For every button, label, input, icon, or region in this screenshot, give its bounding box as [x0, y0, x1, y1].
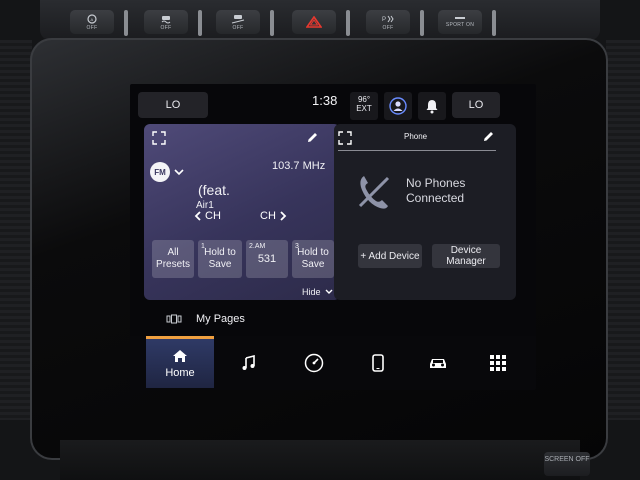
preset-1-button[interactable]: 1 Hold to Save — [198, 240, 242, 278]
phone-status-line2: Connected — [406, 191, 465, 205]
channel-prev-button[interactable]: CH — [194, 210, 221, 222]
edit-pencil-icon[interactable] — [482, 130, 495, 143]
notifications-button[interactable] — [418, 92, 446, 120]
bell-icon — [426, 100, 438, 114]
park-assist-icon: P — [382, 15, 394, 23]
left-vent — [0, 40, 32, 420]
svg-text:A: A — [91, 17, 94, 22]
my-pages-button[interactable]: My Pages — [166, 313, 245, 325]
driver-profile-button[interactable] — [384, 92, 412, 120]
expand-icon[interactable] — [338, 131, 352, 145]
driver-profile-icon — [389, 97, 407, 115]
gauge-icon — [304, 353, 324, 373]
channel-next-button[interactable]: CH — [260, 210, 287, 222]
nav-phone-button[interactable] — [360, 336, 396, 390]
right-climate-temp[interactable]: LO — [452, 92, 500, 118]
pages-icon — [166, 314, 182, 324]
console-separator — [124, 10, 128, 36]
chevron-left-icon — [194, 211, 201, 221]
nav-comfort-button[interactable] — [296, 336, 332, 390]
hazard-triangle-icon — [306, 16, 322, 28]
touchscreen: LO 1:38 96° EXT LO FM 103.7 MHz (feat. A… — [130, 84, 536, 390]
park-assist-button[interactable]: P OFF — [366, 10, 410, 34]
left-climate-temp[interactable]: LO — [138, 92, 208, 118]
svg-text:P: P — [382, 17, 386, 23]
phone-title: Phone — [404, 132, 428, 141]
chevron-down-icon[interactable] — [174, 168, 184, 176]
clock: 1:38 — [312, 93, 338, 108]
edit-pencil-icon[interactable] — [306, 131, 319, 144]
preset-3-button[interactable]: 3 Hold to Save — [292, 240, 334, 278]
phone-divider — [338, 150, 496, 151]
device-manager-button[interactable]: Device Manager — [432, 244, 500, 268]
sport-mode-icon — [455, 16, 465, 19]
console-separator — [270, 10, 274, 36]
hide-button[interactable]: Hide — [302, 287, 333, 297]
apps-grid-icon — [490, 355, 506, 371]
nav-vehicle-button[interactable] — [420, 336, 456, 390]
song-title: (feat. — [198, 182, 230, 198]
sport-button[interactable]: SPORT ON — [438, 10, 482, 34]
nav-home-button[interactable]: Home — [146, 336, 214, 388]
console-separator — [198, 10, 202, 36]
expand-icon[interactable] — [152, 131, 166, 145]
car-icon — [430, 359, 446, 368]
auto-stop-start-icon: A — [87, 13, 97, 24]
phone-status-line1: No Phones — [406, 176, 466, 190]
traction-control-icon — [161, 15, 171, 23]
screen-off-button[interactable]: SCREEN OFF — [544, 452, 590, 476]
hazard-button[interactable] — [292, 10, 336, 34]
nav-media-button[interactable] — [230, 336, 266, 390]
chevron-down-icon — [325, 289, 333, 294]
console-button-strip: A OFF OFF OFF P OFF SPORT ON — [40, 0, 600, 40]
music-note-icon — [242, 355, 255, 370]
all-presets-button[interactable]: All Presets — [152, 240, 194, 278]
preset-2-button[interactable]: 2.AM 531 — [246, 240, 288, 278]
chevron-right-icon — [280, 211, 287, 221]
phone-card[interactable]: Phone No Phones Connected — [334, 124, 516, 300]
auto-off-button[interactable]: A OFF — [70, 10, 114, 34]
console-separator — [346, 10, 350, 36]
console-separator — [420, 10, 424, 36]
hill-descent-button[interactable]: OFF — [216, 10, 260, 34]
bottom-trim — [60, 440, 580, 480]
right-vent — [606, 40, 640, 420]
smartphone-icon — [372, 354, 384, 372]
traction-off-button[interactable]: OFF — [144, 10, 188, 34]
outside-temperature: 96° EXT — [350, 92, 378, 120]
add-device-button[interactable]: + Add Device — [358, 244, 422, 268]
band-badge[interactable]: FM — [150, 162, 170, 182]
nav-apps-button[interactable] — [480, 336, 516, 390]
home-icon — [173, 349, 187, 362]
console-separator — [492, 10, 496, 36]
bottom-nav: Home — [130, 336, 536, 390]
frequency: 103.7 MHz — [272, 160, 326, 172]
hill-descent-icon — [231, 14, 245, 23]
phone-disconnected-icon — [358, 176, 390, 209]
